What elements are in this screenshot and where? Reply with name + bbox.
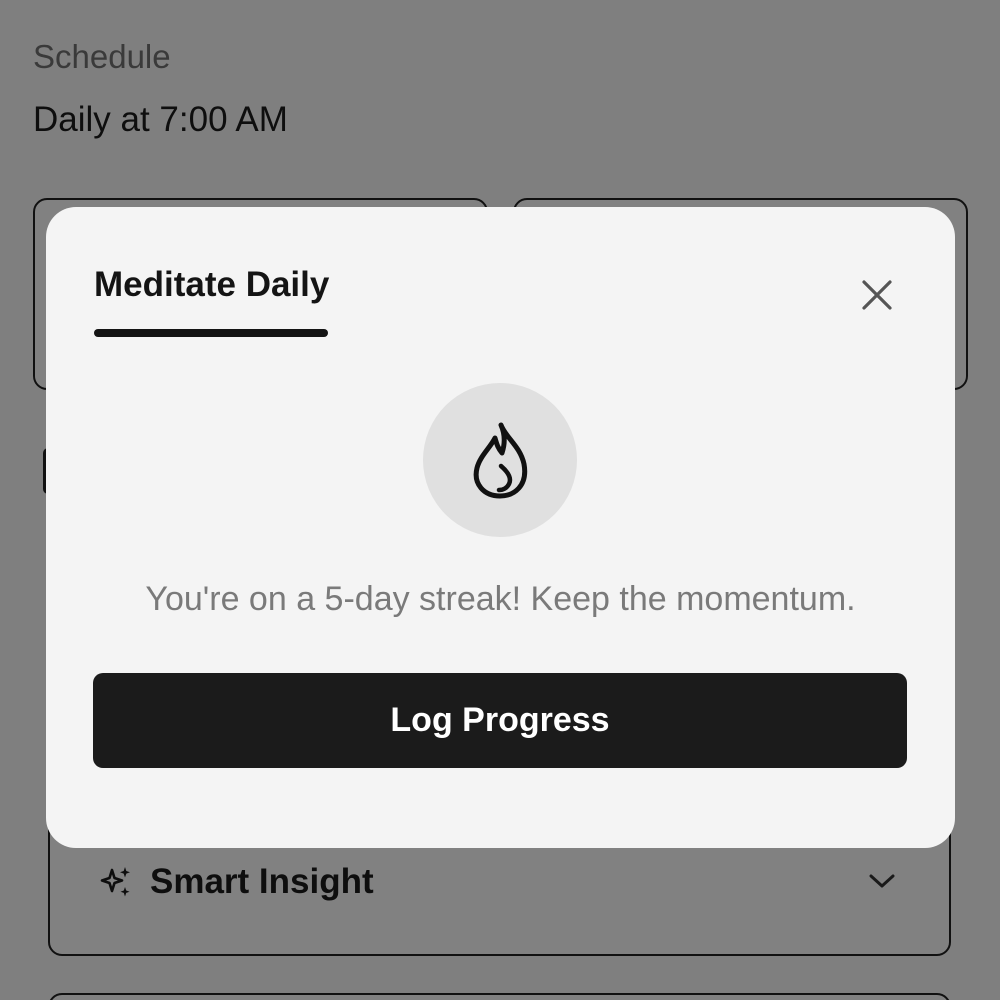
streak-modal: Meditate Daily You're on a 5-day streak!… [46, 207, 955, 848]
streak-message: You're on a 5-day streak! Keep the momen… [145, 580, 856, 618]
flame-icon [473, 422, 528, 499]
tab-active-indicator [94, 329, 328, 337]
close-icon[interactable] [861, 279, 893, 311]
tab-meditate-daily[interactable]: Meditate Daily [94, 265, 329, 337]
log-progress-button[interactable]: Log Progress [93, 673, 907, 768]
streak-icon-badge [423, 383, 577, 537]
tab-label: Meditate Daily [94, 265, 330, 304]
